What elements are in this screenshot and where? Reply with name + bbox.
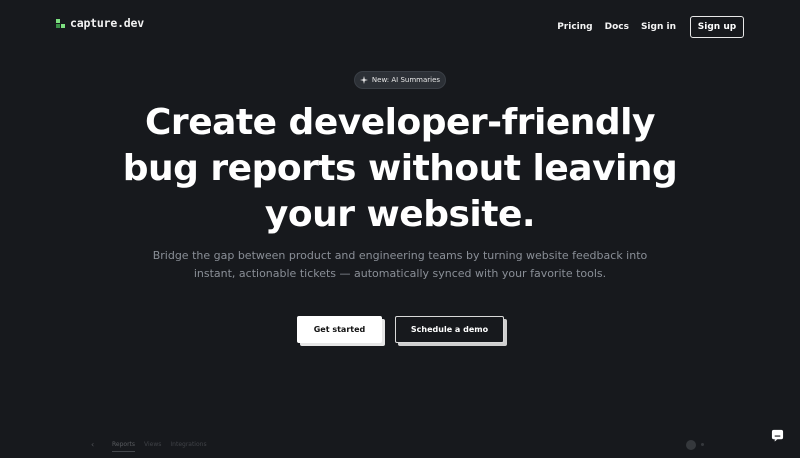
- chevron-left-icon: ‹: [91, 440, 95, 449]
- badge-label: New: AI Summaries: [371, 76, 441, 84]
- brand-name: capture.dev: [70, 16, 144, 30]
- hero-subheading: Bridge the gap between product and engin…: [140, 247, 660, 283]
- preview-tab-reports: Reports: [112, 441, 136, 452]
- subhead-line: Bridge the gap between product and engin…: [152, 249, 648, 262]
- preview-tab-views: Views: [144, 441, 162, 448]
- headline-line: bug reports without leaving: [122, 148, 678, 189]
- chat-icon: [771, 429, 783, 442]
- get-started-button[interactable]: Get started: [297, 316, 382, 343]
- preview-tabs: Reports Views Integrations: [112, 441, 216, 452]
- preview-tab-integrations: Integrations: [170, 441, 207, 448]
- brand-logo[interactable]: capture.dev: [56, 16, 144, 30]
- nav-docs-link[interactable]: Docs: [605, 22, 629, 32]
- headline-line: Create developer-friendly: [145, 102, 655, 143]
- subhead-line: instant, actionable tickets — automatica…: [193, 267, 607, 280]
- status-dot: [701, 443, 704, 446]
- sign-up-button[interactable]: Sign up: [690, 16, 744, 38]
- announcement-badge[interactable]: New: AI Summaries: [354, 71, 446, 89]
- avatar: [686, 440, 696, 450]
- hero-headline: Create developer-friendly bug reports wi…: [0, 100, 800, 238]
- headline-line: your website.: [264, 194, 536, 235]
- top-nav: Pricing Docs Sign in Sign up: [557, 16, 744, 38]
- nav-pricing-link[interactable]: Pricing: [557, 22, 592, 32]
- sparkle-icon: [359, 76, 368, 84]
- nav-sign-in-link[interactable]: Sign in: [641, 22, 676, 32]
- chat-widget-button[interactable]: [766, 424, 788, 446]
- schedule-demo-button[interactable]: Schedule a demo: [395, 316, 504, 343]
- logo-icon: [56, 18, 65, 28]
- landing-page: capture.dev Pricing Docs Sign in Sign up…: [0, 0, 800, 458]
- app-preview: ‹ Reports Views Integrations: [88, 436, 708, 458]
